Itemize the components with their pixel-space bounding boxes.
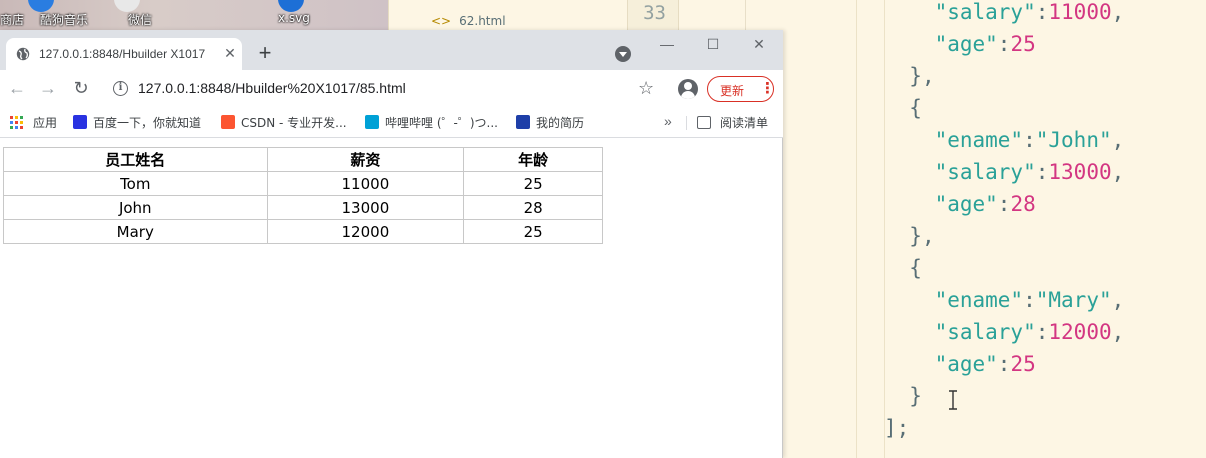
desktop-item-kugou[interactable]: 酷狗音乐 [40, 11, 88, 28]
cell-name: Tom [3, 171, 268, 196]
table-row: Mary 12000 25 [3, 219, 603, 244]
site-info-icon[interactable]: i [113, 81, 128, 96]
code-line: "ename":"Mary", [934, 288, 1125, 312]
code-line: "salary":13000, [934, 160, 1125, 184]
column-header-salary: 薪资 [266, 147, 465, 172]
resume-icon [516, 115, 530, 129]
bookmark-csdn[interactable]: CSDN - 专业开发... [221, 114, 347, 132]
text-cursor-icon [949, 390, 957, 410]
globe-icon [16, 47, 30, 61]
bookmarks-more-icon[interactable]: » [664, 113, 672, 129]
column-header-name: 员工姓名 [3, 147, 268, 172]
line-number: 33 [643, 2, 666, 24]
table-row: John 13000 28 [3, 195, 603, 220]
cell-age: 28 [463, 195, 603, 220]
code-line: }, [909, 64, 935, 88]
new-tab-button[interactable]: + [254, 42, 276, 64]
page-content: 员工姓名 薪资 年龄 Tom 11000 25 John 13000 28 Ma… [0, 138, 782, 458]
reload-icon[interactable]: ↻ [70, 77, 92, 99]
divider [686, 116, 687, 130]
code-line: "ename":"John", [934, 128, 1125, 152]
update-label: 更新 [720, 84, 745, 98]
code-line: } [909, 384, 922, 408]
file-name: 62.html [459, 14, 506, 28]
minimize-button[interactable]: — [652, 34, 682, 54]
tab-search-icon[interactable] [615, 46, 631, 62]
cell-name: Mary [3, 219, 268, 244]
reading-list-button[interactable]: 阅读清单 [720, 114, 768, 131]
code-editor[interactable]: "salary":11000, "age":25 }, { "ename":"J… [800, 0, 1206, 458]
cell-salary: 13000 [266, 195, 465, 220]
code-line: { [909, 256, 922, 280]
bilibili-icon [365, 115, 379, 129]
bookmark-bilibili[interactable]: 哔哩哔哩 (゜-゜)つ... [365, 114, 498, 132]
column-header-age: 年龄 [463, 147, 603, 172]
update-button[interactable]: 更新 ⋮ [707, 76, 775, 102]
bookmark-label: CSDN - 专业开发... [241, 116, 347, 130]
bookmark-resume[interactable]: 我的简历 [516, 114, 584, 132]
desktop-item-store[interactable]: 商店 [0, 11, 24, 28]
address-bar[interactable]: 127.0.0.1:8848/Hbuilder%20X1017/85.html [138, 80, 406, 96]
code-line: "salary":11000, [934, 0, 1125, 24]
csdn-icon [221, 115, 235, 129]
code-line: }, [909, 224, 935, 248]
profile-avatar-icon[interactable] [678, 79, 698, 99]
desktop-item-wechat[interactable]: 微信 [128, 11, 152, 28]
forward-arrow-icon[interactable]: → [37, 77, 59, 99]
close-window-button[interactable]: ✕ [744, 34, 774, 54]
desktop-item-svg[interactable]: x.svg [278, 11, 310, 25]
bookmark-label: 百度一下，你就知道 [93, 116, 202, 130]
employee-table: 员工姓名 薪资 年龄 Tom 11000 25 John 13000 28 Ma… [3, 147, 603, 244]
cell-age: 25 [463, 171, 603, 196]
cell-name: John [3, 195, 268, 220]
cell-salary: 12000 [266, 219, 465, 244]
indent-guide [856, 0, 857, 458]
browser-toolbar: ← → ↻ i 127.0.0.1:8848/Hbuilder%20X1017/… [0, 70, 783, 108]
desktop-strip: 商店 酷狗音乐 微信 x.svg [0, 0, 388, 30]
bookmark-label: 哔哩哔哩 (゜-゜)つ... [385, 116, 498, 130]
baidu-icon [73, 115, 87, 129]
back-arrow-icon[interactable]: ← [6, 77, 28, 99]
file-entry[interactable]: <> 62.html [431, 14, 506, 28]
more-menu-icon[interactable]: ⋮ [760, 79, 775, 97]
line-gutter: 33 [627, 0, 679, 30]
bookmark-baidu[interactable]: 百度一下，你就知道 [73, 114, 201, 132]
bookmark-label: 我的简历 [536, 116, 585, 130]
code-line: "age":28 [934, 192, 1036, 216]
browser-window: 127.0.0.1:8848/Hbuilder X1017 ✕ + — ☐ ✕ … [0, 30, 783, 458]
browser-tab[interactable]: 127.0.0.1:8848/Hbuilder X1017 ✕ [6, 38, 242, 70]
code-line: { [909, 96, 922, 120]
code-line: "salary":12000, [934, 320, 1125, 344]
tab-title: 127.0.0.1:8848/Hbuilder X1017 [39, 47, 206, 61]
cell-salary: 11000 [266, 171, 465, 196]
bookmark-star-icon[interactable]: ☆ [638, 78, 654, 99]
tab-close-icon[interactable]: ✕ [222, 45, 238, 61]
bookmarks-bar: 应用 百度一下，你就知道 CSDN - 专业开发... 哔哩哔哩 (゜-゜)つ.… [0, 108, 783, 138]
apps-grid-icon[interactable] [10, 116, 24, 130]
code-line: "age":25 [934, 352, 1036, 376]
cell-age: 25 [463, 219, 603, 244]
bookmark-apps[interactable]: 应用 [33, 114, 57, 132]
code-line: ]; [884, 416, 910, 440]
code-line: "age":25 [934, 32, 1036, 56]
html-file-icon: <> [431, 14, 452, 28]
table-row: Tom 11000 25 [3, 171, 603, 196]
maximize-button[interactable]: ☐ [698, 34, 728, 54]
reading-list-icon[interactable] [697, 116, 711, 129]
table-header-row: 员工姓名 薪资 年龄 [3, 147, 603, 172]
title-bar: 127.0.0.1:8848/Hbuilder X1017 ✕ + — ☐ ✕ [0, 30, 783, 70]
